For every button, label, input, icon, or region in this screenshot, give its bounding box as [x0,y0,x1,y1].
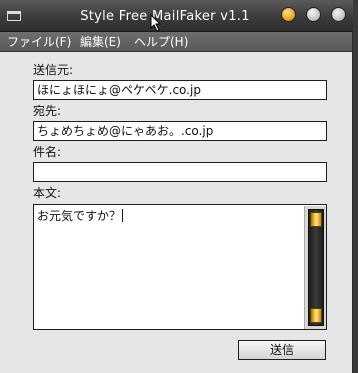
body-textarea[interactable]: お元気ですか？ [33,204,327,330]
from-field[interactable]: ほにょほにょ@ペケペケ.co.jp [33,80,327,100]
window-icon[interactable] [7,11,21,21]
body-text: お元気ですか？ [37,209,122,223]
scrollbar-trough[interactable] [308,209,324,326]
window-title: Style Free MailFaker v1.1 [80,9,250,24]
body-text-line: お元気ですか？ [37,207,124,224]
mailfaker-window: Style Free MailFaker v1.1 ファイル(F) 編集(E) … [0,0,353,373]
menu-bar: ファイル(F) 編集(E) ヘルプ(H) [0,32,352,52]
body-scrollbar[interactable] [304,206,326,329]
from-label: 送信元: [33,63,74,77]
menu-help[interactable]: ヘルプ(H) [134,34,188,50]
subject-field[interactable] [33,162,327,182]
body-label: 本文: [33,186,62,200]
minimize-icon[interactable] [281,7,296,22]
to-label: 宛先: [33,104,62,118]
title-bar[interactable]: Style Free MailFaker v1.1 [0,0,353,32]
close-icon[interactable] [331,7,346,22]
mouse-cursor-icon [150,14,162,32]
scroll-down-icon[interactable] [310,308,322,323]
to-field[interactable]: ちょめちょめ@にゃあお。.co.jp [33,121,327,141]
text-caret [122,209,124,222]
send-button[interactable]: 送信 [238,340,326,360]
subject-label: 件名: [33,145,62,159]
maximize-icon[interactable] [306,7,321,22]
menu-edit[interactable]: 編集(E) [80,34,121,50]
scroll-up-icon[interactable] [310,212,322,227]
menu-file[interactable]: ファイル(F) [7,34,71,50]
